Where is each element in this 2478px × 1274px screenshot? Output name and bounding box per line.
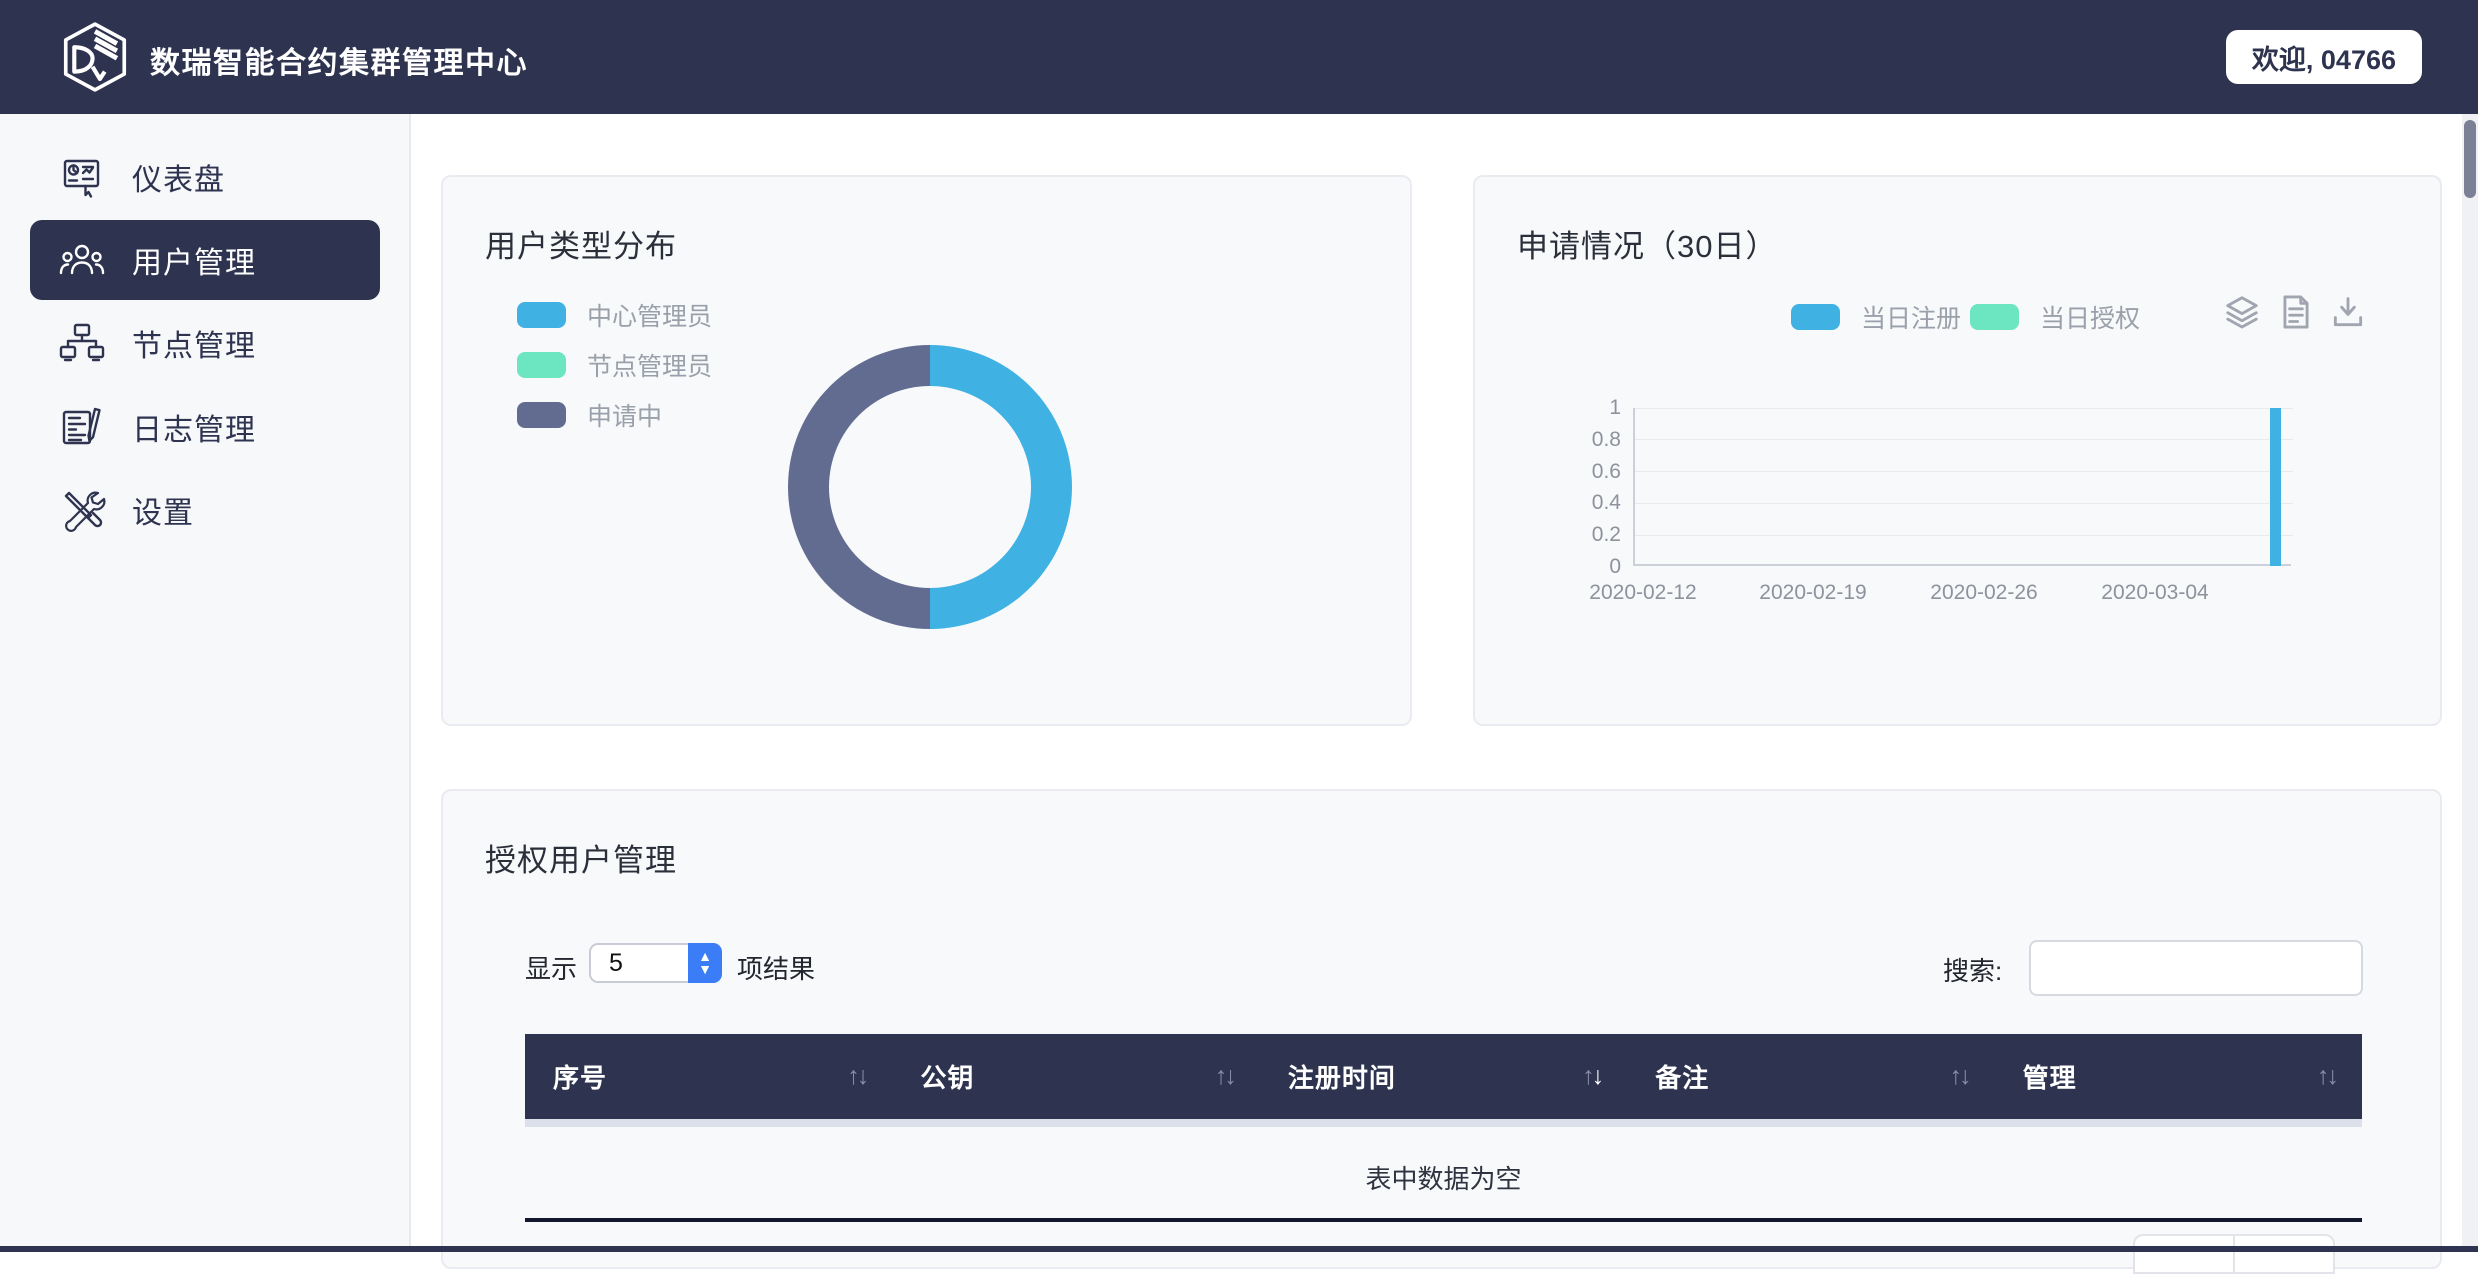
- legend-item-pending[interactable]: 申请中: [517, 397, 662, 433]
- users-icon: [58, 236, 106, 284]
- card-title: 授权用户管理: [485, 835, 677, 880]
- legend-label: 节点管理员: [587, 347, 712, 383]
- card-title: 用户类型分布: [485, 221, 677, 266]
- applications-bar-chart: [1633, 408, 2291, 566]
- legend-swatch: [517, 402, 566, 428]
- user-type-distribution-card: 用户类型分布 中心管理员 节点管理员 申请中: [441, 175, 1412, 726]
- column-header-register-time[interactable]: 注册时间 ↑↓: [1260, 1034, 1627, 1119]
- scrollbar-thumb[interactable]: [2464, 120, 2476, 198]
- table-bottom-border: [525, 1218, 2362, 1222]
- footer-bar: [0, 1246, 2478, 1252]
- sort-icon: ↑↓: [1215, 1062, 1234, 1091]
- sort-icon-active-desc: ↑↓: [1582, 1062, 1601, 1091]
- sidebar-item-label: 节点管理: [132, 321, 256, 365]
- data-view-icon[interactable]: [2277, 293, 2315, 331]
- settings-icon: [58, 486, 106, 534]
- table-empty-message: 表中数据为空: [525, 1159, 2362, 1196]
- x-axis-tick: 2020-02-12: [1558, 581, 1728, 605]
- legend-swatch: [517, 352, 566, 378]
- y-axis-tick: 0.8: [1533, 428, 1621, 452]
- app-logo-icon: [56, 18, 134, 96]
- stack-icon[interactable]: [2223, 293, 2261, 331]
- table-subheader-strip: [525, 1119, 2362, 1127]
- sidebar-item-label: 仪表盘: [132, 155, 225, 199]
- page-size-value: 5: [591, 949, 688, 978]
- legend-item-center-admin[interactable]: 中心管理员: [517, 297, 712, 333]
- sidebar-item-log-management[interactable]: 日志管理: [30, 387, 380, 467]
- legend-label: 中心管理员: [587, 297, 712, 333]
- x-axis-tick: 2020-03-04: [2070, 581, 2240, 605]
- download-icon[interactable]: [2329, 293, 2367, 331]
- pagination-next-button[interactable]: [2233, 1234, 2335, 1274]
- sidebar-item-user-management[interactable]: 用户管理: [30, 220, 380, 300]
- dashboard-icon: [58, 153, 106, 201]
- pagination-prev-button[interactable]: [2133, 1234, 2235, 1274]
- y-axis-tick: 0: [1533, 555, 1621, 579]
- search-label: 搜索:: [1943, 951, 2002, 988]
- column-header-manage[interactable]: 管理 ↑↓: [1995, 1034, 2362, 1119]
- column-header-index[interactable]: 序号 ↑↓: [525, 1034, 892, 1119]
- app-title: 数瑞智能合约集群管理中心: [150, 38, 528, 82]
- legend-swatch: [517, 302, 566, 328]
- bar-daily-register: [2270, 408, 2281, 566]
- sidebar-item-label: 设置: [132, 488, 194, 532]
- column-header-remark[interactable]: 备注 ↑↓: [1627, 1034, 1994, 1119]
- card-title: 申请情况（30日）: [1517, 221, 1777, 266]
- pagination: [2133, 1234, 2335, 1274]
- x-axis-tick: 2020-02-26: [1899, 581, 2069, 605]
- scrollbar[interactable]: [2462, 114, 2478, 1252]
- authorized-users-card: 授权用户管理 显示 5 ▲▼ 项结果 搜索: 序号 ↑↓ 公钥 ↑↓ 注册时间 …: [441, 789, 2442, 1269]
- sidebar-item-dashboard[interactable]: 仪表盘: [30, 137, 380, 217]
- sidebar-item-settings[interactable]: 设置: [30, 470, 380, 550]
- legend-label: 当日注册: [1861, 299, 1961, 335]
- nodes-icon: [58, 319, 106, 367]
- applications-card: 申请情况（30日） 当日注册 当日授权 1 0.8 0.6 0.4 0.2 0 …: [1473, 175, 2442, 726]
- legend-item-node-admin[interactable]: 节点管理员: [517, 347, 712, 383]
- y-axis-tick: 0.4: [1533, 491, 1621, 515]
- column-header-public-key[interactable]: 公钥 ↑↓: [892, 1034, 1259, 1119]
- legend-swatch: [1791, 304, 1840, 330]
- user-type-donut-chart: [788, 345, 1072, 629]
- page-size-label-suffix: 项结果: [737, 949, 815, 986]
- sort-icon: ↑↓: [2317, 1062, 2336, 1091]
- navbar: 数瑞智能合约集群管理中心 欢迎, 04766: [0, 0, 2478, 114]
- legend-item-daily-register[interactable]: 当日注册: [1791, 299, 1961, 335]
- page-size-label-prefix: 显示: [525, 949, 577, 986]
- logs-icon: [58, 403, 106, 451]
- x-axis-tick: 2020-02-19: [1728, 581, 1898, 605]
- sidebar-item-label: 用户管理: [132, 238, 256, 282]
- y-axis-tick: 0.2: [1533, 523, 1621, 547]
- sidebar: 仪表盘 用户管理 节点管理 日志管理 设置: [0, 114, 411, 1252]
- legend-item-daily-authorize[interactable]: 当日授权: [1970, 299, 2140, 335]
- search-input[interactable]: [2029, 940, 2363, 996]
- sort-icon: ↑↓: [847, 1062, 866, 1091]
- table-header-row: 序号 ↑↓ 公钥 ↑↓ 注册时间 ↑↓ 备注 ↑↓ 管理 ↑↓: [525, 1034, 2362, 1119]
- select-stepper-icon: ▲▼: [688, 943, 722, 983]
- sort-icon: ↑↓: [1950, 1062, 1969, 1091]
- welcome-user-button[interactable]: 欢迎, 04766: [2226, 30, 2422, 84]
- y-axis-tick: 1: [1533, 396, 1621, 420]
- legend-label: 当日授权: [2040, 299, 2140, 335]
- y-axis-tick: 0.6: [1533, 460, 1621, 484]
- sidebar-item-label: 日志管理: [132, 405, 256, 449]
- legend-swatch: [1970, 304, 2019, 330]
- sidebar-item-node-management[interactable]: 节点管理: [30, 303, 380, 383]
- legend-label: 申请中: [587, 397, 662, 433]
- page-size-select[interactable]: 5 ▲▼: [589, 943, 722, 983]
